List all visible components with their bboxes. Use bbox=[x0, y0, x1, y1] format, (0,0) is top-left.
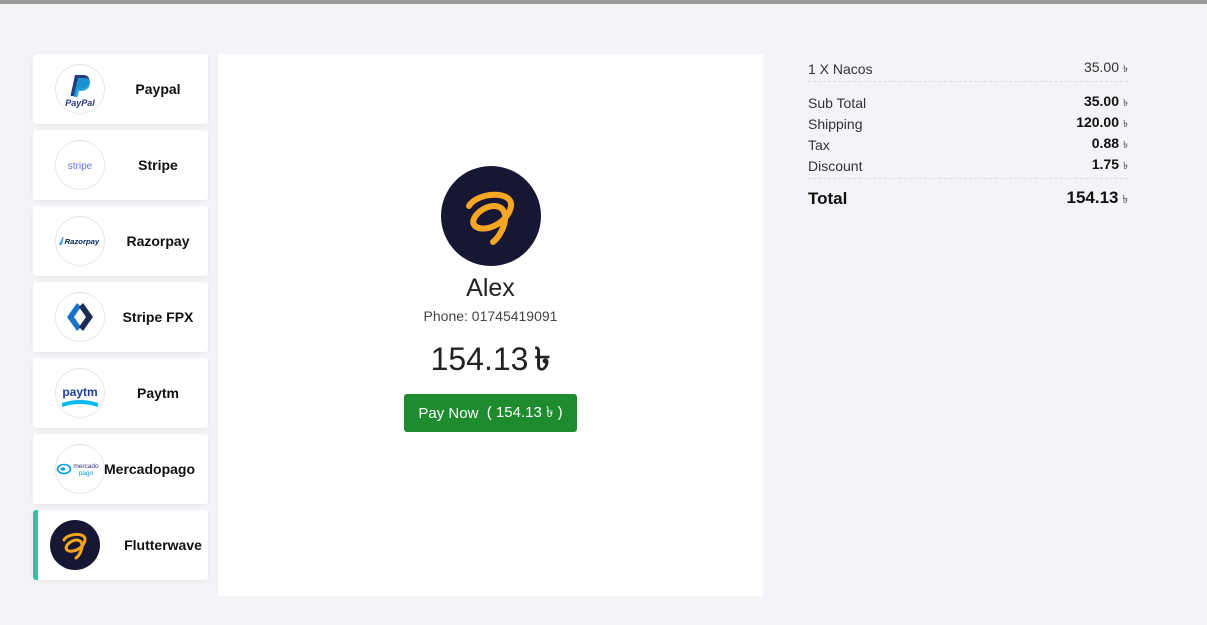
stripe-fpx-logo-icon bbox=[55, 292, 105, 342]
pay-now-label: Pay Now bbox=[418, 404, 479, 422]
gateway-name: Razorpay bbox=[126, 233, 190, 249]
currency-symbol: ৳ bbox=[1123, 63, 1128, 75]
pay-now-amount: ( 154.13 ৳ ) bbox=[486, 403, 563, 421]
currency-symbol: ৳ bbox=[1122, 194, 1128, 206]
gateway-name: Stripe FPX bbox=[122, 309, 194, 325]
stripe-logo-text: stripe bbox=[68, 161, 93, 172]
line-label: Tax bbox=[808, 136, 830, 153]
gateway-name: Mercadopago bbox=[104, 461, 196, 477]
currency-symbol: ৳ bbox=[1123, 139, 1128, 151]
flutterwave-logo-icon bbox=[50, 520, 100, 570]
gateway-stripe-fpx[interactable]: Stripe FPX bbox=[33, 282, 208, 352]
flutterwave-avatar-icon bbox=[441, 166, 541, 266]
mercadopago-logo-text-bottom: pago bbox=[79, 470, 94, 477]
line-value: 35.00 bbox=[1083, 92, 1120, 109]
paytm-logo-text: paytm bbox=[62, 385, 97, 399]
order-summary: 1 X Nacos 35.00 ৳ Sub Total 35.00 ৳ Shipp… bbox=[808, 56, 1128, 219]
tax-row: Tax 0.88 ৳ bbox=[808, 134, 1128, 155]
gateway-name: Paypal bbox=[135, 81, 181, 97]
gateway-stripe[interactable]: stripe Stripe bbox=[33, 130, 208, 200]
shipping-row: Shipping 120.00 ৳ bbox=[808, 113, 1128, 134]
mercadopago-logo-icon: mercado pago bbox=[55, 444, 105, 494]
pay-now-button[interactable]: Pay Now ( 154.13 ৳ ) bbox=[404, 394, 577, 432]
top-progress-bar bbox=[0, 0, 1207, 4]
payment-amount: 154.13 ৳ bbox=[218, 334, 763, 388]
line-label: Shipping bbox=[808, 115, 863, 132]
gateway-razorpay[interactable]: Razorpay Razorpay bbox=[33, 206, 208, 276]
total-label: Total bbox=[808, 189, 848, 208]
line-value: 0.88 bbox=[1091, 134, 1120, 151]
currency-symbol: ৳ bbox=[1123, 97, 1128, 109]
razorpay-logo-text: Razorpay bbox=[65, 237, 100, 246]
razorpay-logo-icon: Razorpay bbox=[55, 216, 105, 266]
discount-row: Discount 1.75 ৳ bbox=[808, 155, 1128, 176]
mercadopago-logo-text-top: mercado bbox=[73, 463, 99, 470]
total-row: Total 154.13 ৳ bbox=[808, 179, 1128, 219]
currency-symbol: ৳ bbox=[534, 341, 551, 377]
line-label: Discount bbox=[808, 157, 863, 174]
summary-lines: Sub Total 35.00 ৳ Shipping 120.00 ৳ Tax 0.… bbox=[808, 82, 1128, 179]
line-value: 1.75 bbox=[1091, 155, 1120, 172]
gateway-paypal[interactable]: PayPal Paypal bbox=[33, 54, 208, 124]
paytm-logo-icon: paytm bbox=[55, 368, 105, 418]
total-value: 154.13 bbox=[1066, 188, 1119, 207]
paypal-logo-text: PayPal bbox=[65, 98, 95, 108]
line-value: 120.00 bbox=[1076, 113, 1120, 130]
gateway-mercadopago[interactable]: mercado pago Mercadopago bbox=[33, 434, 208, 504]
stripe-logo-icon: stripe bbox=[55, 140, 105, 190]
payment-panel: Alex Phone: 01745419091 154.13 ৳ Pay Now … bbox=[218, 54, 763, 596]
customer-phone: Phone: 01745419091 bbox=[423, 308, 558, 324]
line-label: Sub Total bbox=[808, 94, 867, 111]
paypal-logo-icon: PayPal bbox=[55, 64, 105, 114]
currency-symbol: ৳ bbox=[1123, 118, 1128, 130]
summary-item-row: 1 X Nacos 35.00 ৳ bbox=[808, 56, 1128, 82]
gateway-name: Flutterwave bbox=[124, 537, 202, 553]
payment-gateway-list: PayPal Paypal stripe Stripe Razorpay Raz… bbox=[33, 54, 208, 586]
currency-symbol: ৳ bbox=[1123, 160, 1128, 172]
gateway-name: Stripe bbox=[138, 157, 178, 173]
gateway-name: Paytm bbox=[136, 385, 180, 401]
item-value: 35.00 bbox=[1083, 58, 1120, 75]
gateway-flutterwave[interactable]: Flutterwave bbox=[33, 510, 208, 580]
gateway-paytm[interactable]: paytm Paytm bbox=[33, 358, 208, 428]
customer-name: Alex bbox=[466, 274, 515, 302]
subtotal-row: Sub Total 35.00 ৳ bbox=[808, 92, 1128, 113]
amount-value: 154.13 bbox=[430, 341, 529, 377]
item-label: 1 X Nacos bbox=[808, 60, 873, 77]
